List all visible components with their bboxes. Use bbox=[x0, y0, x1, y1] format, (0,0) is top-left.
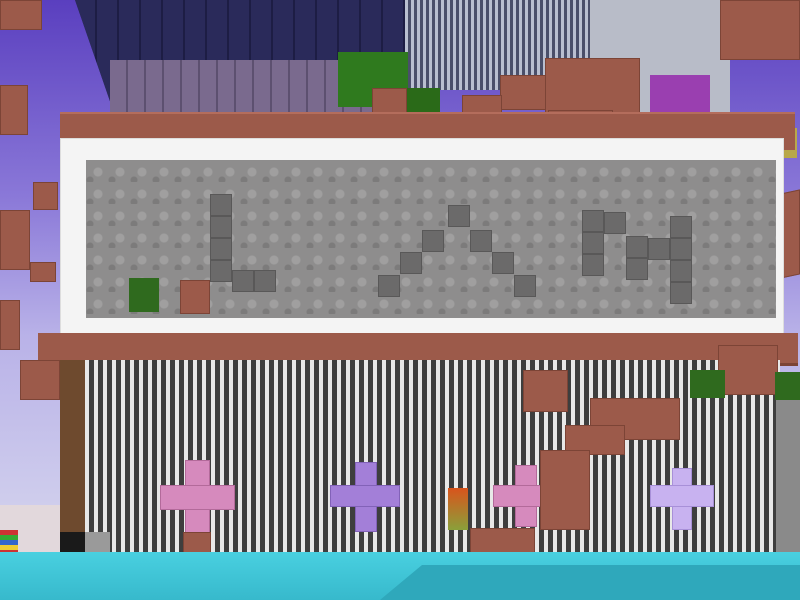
sign-letter-pixel bbox=[670, 282, 692, 304]
floating-brick bbox=[0, 210, 30, 270]
pink-plus-decoration bbox=[160, 485, 235, 510]
leaf-block bbox=[775, 372, 800, 400]
sign-letter-pixel bbox=[400, 252, 422, 274]
sign-letter-pixel bbox=[582, 254, 604, 276]
sign-letter-pixel bbox=[626, 236, 648, 258]
floating-brick bbox=[20, 360, 60, 400]
lava-glass-block bbox=[448, 488, 468, 530]
floating-brick bbox=[720, 0, 800, 60]
sign-letter-pixel bbox=[254, 270, 276, 292]
sign-letter-pixel bbox=[210, 238, 232, 260]
sign-letter-pixel bbox=[210, 260, 232, 282]
sign-panel bbox=[86, 160, 776, 318]
sign-letter-pixel bbox=[210, 194, 232, 216]
sign-letter-pixel bbox=[422, 230, 444, 252]
floating-brick bbox=[540, 450, 590, 530]
lavender-plus-decoration bbox=[650, 485, 714, 507]
floating-brick bbox=[545, 58, 640, 113]
floating-brick bbox=[0, 85, 28, 135]
stone-column bbox=[776, 395, 800, 555]
floating-brick bbox=[718, 345, 778, 395]
water-shadow bbox=[380, 565, 800, 600]
sign-letter-pixel bbox=[232, 270, 254, 292]
leaf-block bbox=[129, 278, 159, 312]
violet-plus-decoration bbox=[330, 485, 400, 507]
leaf-block bbox=[690, 370, 725, 398]
floating-brick bbox=[30, 262, 56, 282]
sign-letter-pixel bbox=[626, 258, 648, 280]
floating-brick bbox=[0, 0, 42, 30]
floating-brick bbox=[33, 182, 58, 210]
sign-letter-pixel bbox=[670, 216, 692, 238]
sign-letter-pixel bbox=[604, 212, 626, 234]
floating-brick bbox=[523, 370, 568, 412]
sign-letter-pixel bbox=[582, 232, 604, 254]
brick-block bbox=[180, 280, 210, 314]
sign-letter-pixel bbox=[448, 205, 470, 227]
sign-letter-pixel bbox=[582, 210, 604, 232]
sign-letter-pixel bbox=[378, 275, 400, 297]
floating-brick bbox=[0, 300, 20, 350]
sign-letter-pixel bbox=[670, 238, 692, 260]
sign-letter-pixel bbox=[514, 275, 536, 297]
dirt-column bbox=[60, 360, 85, 555]
sign-letter-pixel bbox=[210, 216, 232, 238]
sign-letter-pixel bbox=[470, 230, 492, 252]
floating-brick bbox=[470, 528, 535, 554]
sign-letter-pixel bbox=[492, 252, 514, 274]
sign-letter-pixel bbox=[670, 260, 692, 282]
sign-letter-pixel bbox=[648, 238, 670, 260]
brick-block bbox=[183, 532, 211, 554]
